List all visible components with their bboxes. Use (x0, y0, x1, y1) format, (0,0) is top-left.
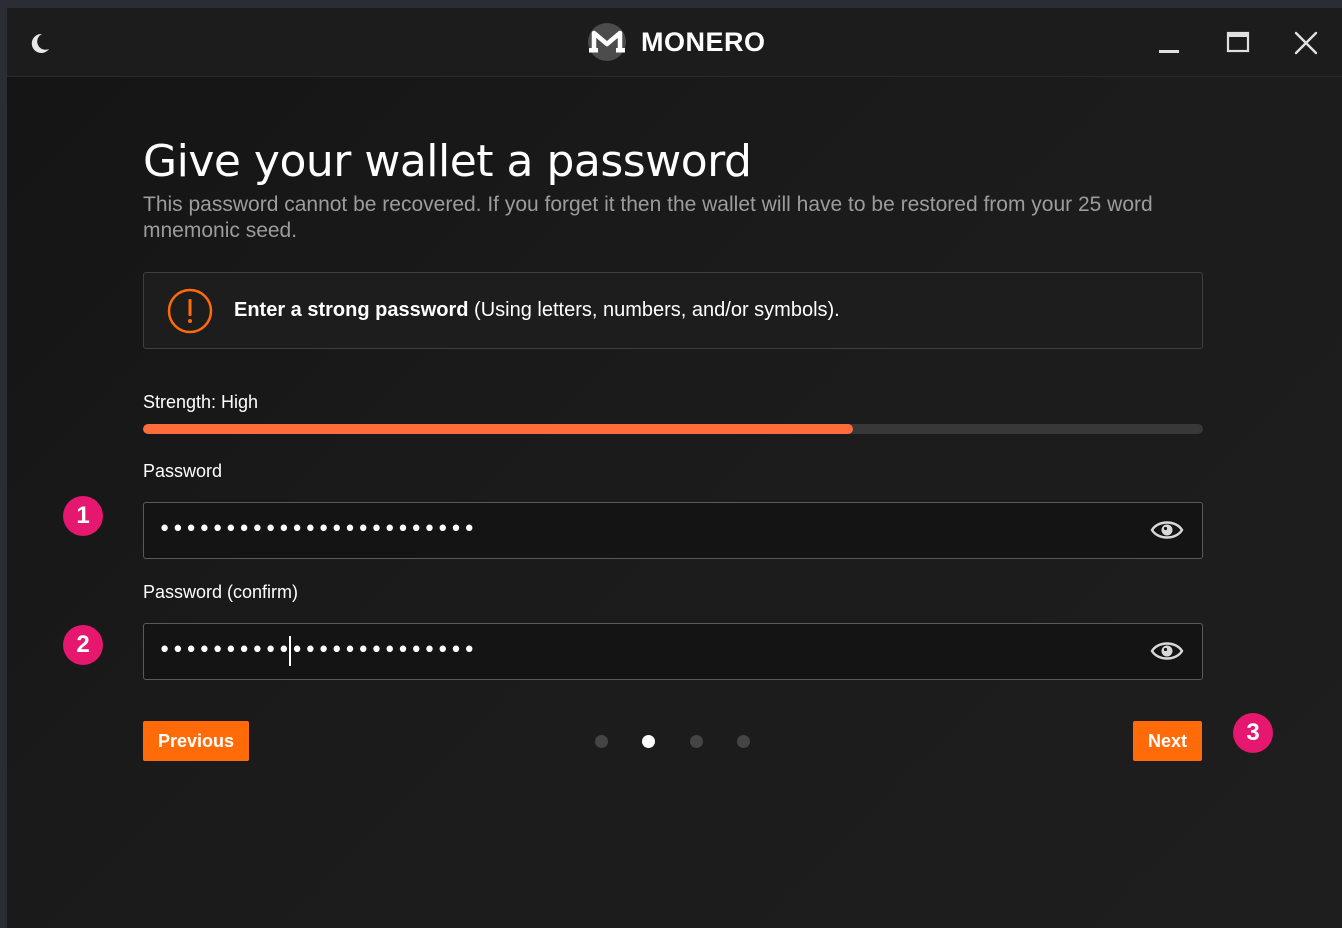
eye-icon[interactable] (1150, 638, 1184, 664)
step-indicator-3 (690, 735, 703, 748)
step-badge-1: 1 (63, 496, 103, 536)
alert-circle-icon (167, 288, 213, 334)
minimize-icon[interactable] (1152, 26, 1186, 60)
password-masked-value: •••••••••••••••••••••••• (158, 517, 476, 542)
password-warning-box: Enter a strong password (Using letters, … (143, 272, 1203, 349)
step-badge-2: 2 (63, 625, 103, 665)
monero-logo-icon (588, 23, 626, 61)
page-title: Give your wallet a password (143, 136, 752, 187)
strength-meter-fill (143, 424, 854, 434)
eye-icon[interactable] (1150, 517, 1184, 543)
password-confirm-label: Password (confirm) (143, 582, 299, 602)
step-indicator-4 (737, 735, 750, 748)
brand: MONERO (587, 22, 766, 62)
moon-icon[interactable] (27, 30, 53, 56)
strength-meter (143, 424, 1203, 434)
warning-bold-text: Enter a strong password (234, 299, 469, 321)
title-bar: MONERO (7, 8, 1342, 77)
next-button[interactable]: Next (1133, 721, 1203, 761)
password-label: Password (143, 461, 223, 481)
warning-text: Enter a strong password (Using letters, … (234, 299, 840, 322)
warning-detail-text: (Using letters, numbers, and/or symbols)… (468, 299, 840, 321)
password-confirm-input[interactable]: •••••••••••••••••••••••• (143, 623, 1203, 680)
strength-label: Strength: High (143, 392, 259, 412)
close-icon[interactable] (1289, 26, 1323, 60)
step-indicator-2 (642, 735, 655, 748)
step-indicator-1 (595, 735, 608, 748)
page-subtitle: This password cannot be recovered. If yo… (143, 193, 1153, 242)
previous-button[interactable]: Previous (143, 721, 250, 761)
app-window: MONERO Give your wallet a password This … (7, 8, 1342, 928)
brand-name: MONERO (641, 26, 766, 57)
password-confirm-masked-value: •••••••••••••••••••••••• (158, 638, 476, 663)
step-badge-3: 3 (1233, 713, 1273, 753)
password-input[interactable]: •••••••••••••••••••••••• (143, 502, 1203, 559)
text-cursor (289, 636, 291, 666)
maximize-icon[interactable] (1221, 26, 1255, 60)
